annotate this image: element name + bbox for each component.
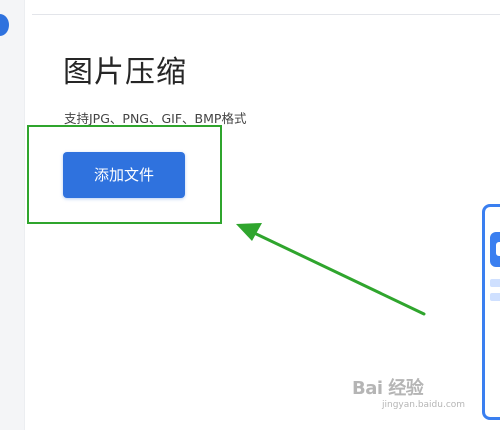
annotation-arrow: [236, 223, 426, 316]
placeholder-line: [490, 293, 500, 301]
watermark-url: jingyan.baidu.com: [382, 400, 466, 410]
placeholder-line: [490, 279, 500, 287]
phone-illustration: [482, 204, 500, 420]
watermark: Bai 经验 jingyan.baidu.com: [352, 372, 482, 418]
image-icon: [490, 232, 500, 267]
watermark-logo: Bai 经验: [352, 378, 424, 399]
